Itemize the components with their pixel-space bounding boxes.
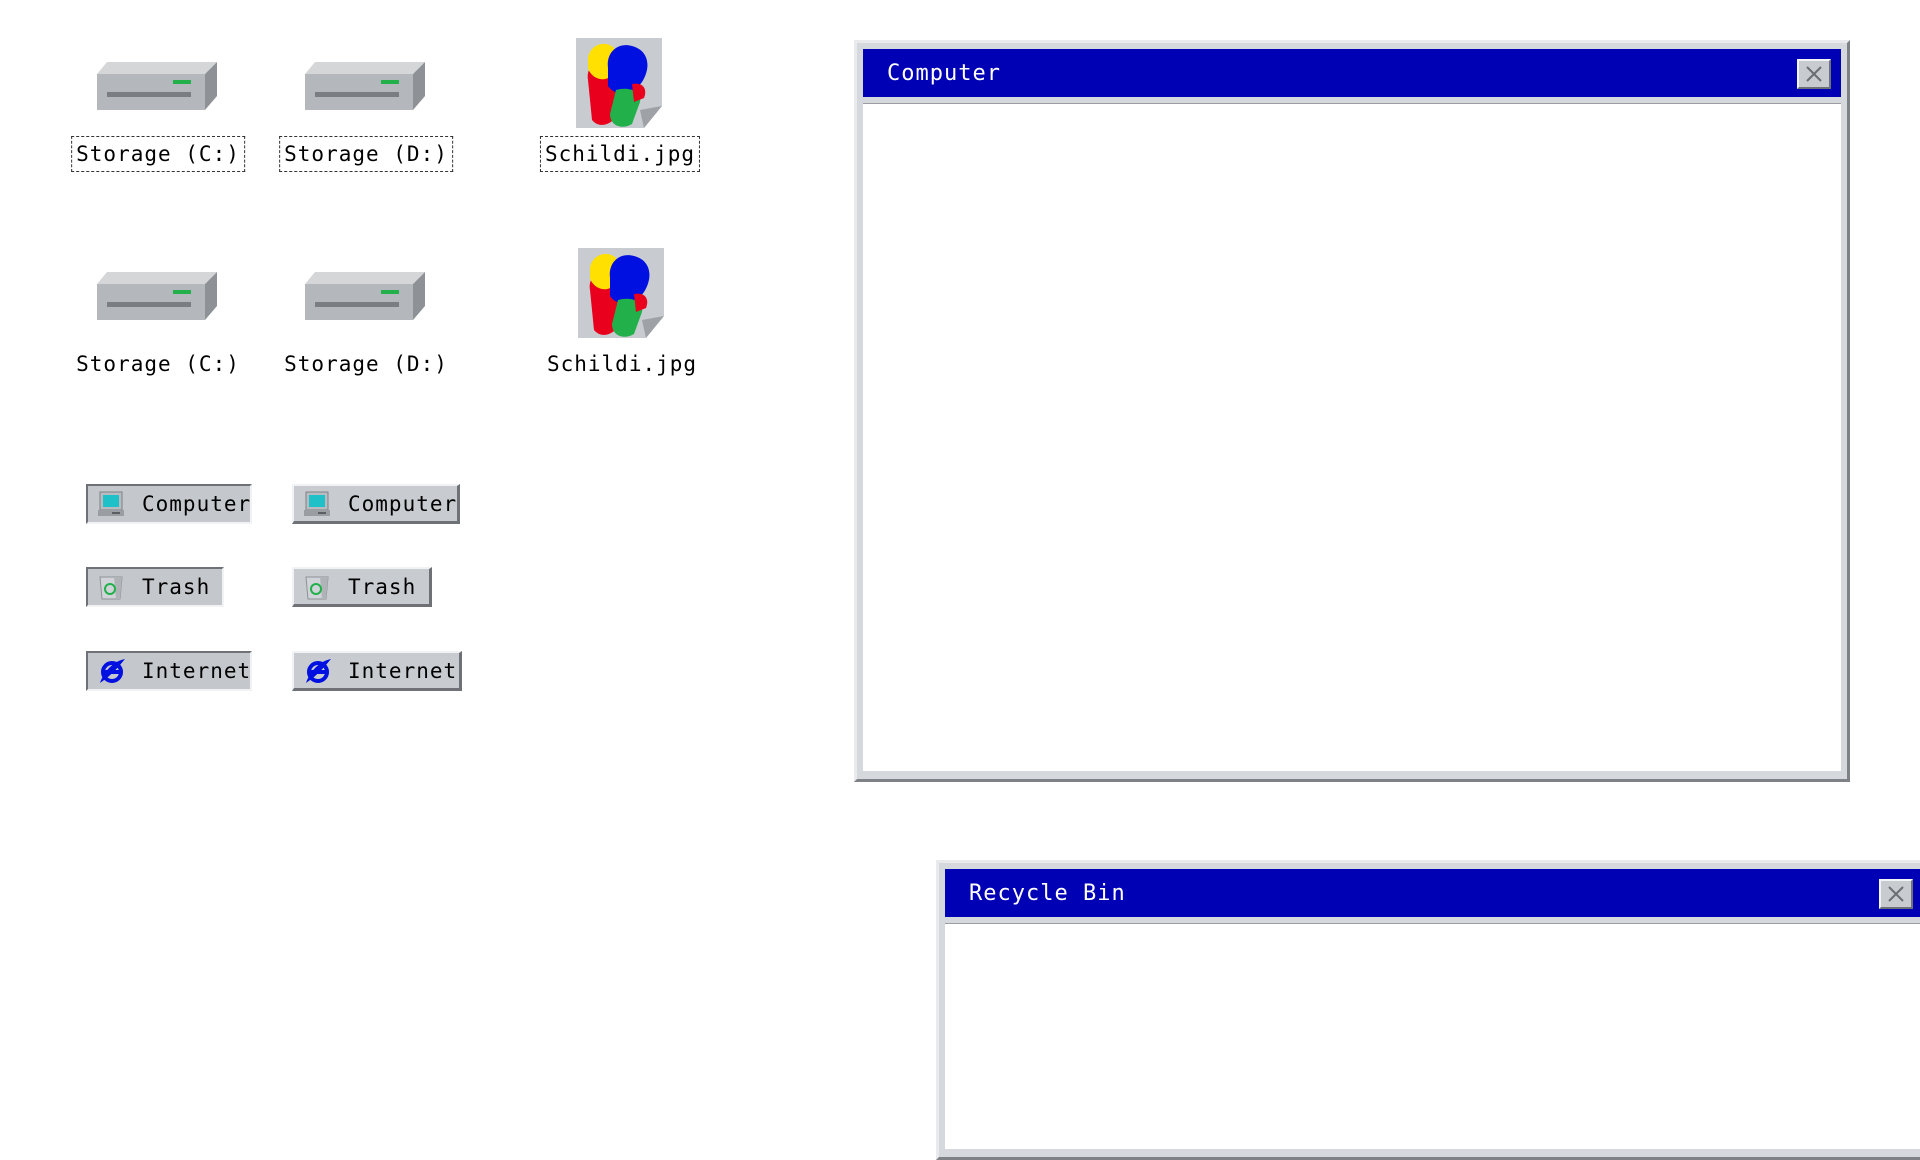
image-file-icon	[578, 248, 664, 338]
recycle-bin-icon	[305, 575, 329, 600]
icon-label: Storage (D:)	[284, 352, 448, 376]
computer-window-title-bar[interactable]: Computer	[863, 49, 1841, 97]
taskbar-button-label: Internet	[348, 658, 458, 683]
taskbar-button-label: Computer	[348, 491, 458, 516]
recycle-bin-icon	[99, 576, 123, 600]
desktop-icon-storage-d[interactable]: Storage (D:)	[276, 254, 456, 414]
drive-icon	[97, 272, 217, 320]
taskbar-button-label: Computer	[142, 492, 252, 516]
taskbar-button-label: Trash	[348, 574, 417, 599]
taskbar-button-internet[interactable]: Internet	[292, 651, 462, 691]
close-icon	[1806, 66, 1822, 82]
window-title: Recycle Bin	[969, 880, 1126, 906]
icon-label: Storage (C:)	[71, 136, 245, 172]
taskbar-button-computer[interactable]: Computer	[292, 484, 460, 524]
taskbar-button-trash-active[interactable]: Trash	[86, 567, 224, 607]
drive-icon	[97, 62, 217, 110]
desktop-icon-storage-c-selected[interactable]: Storage (C:)	[68, 44, 248, 204]
image-file-icon	[576, 38, 662, 128]
drive-icon	[305, 272, 425, 320]
computer-window[interactable]: Computer	[854, 40, 1850, 782]
icon-label: Storage (C:)	[76, 352, 240, 376]
taskbar-button-trash[interactable]: Trash	[292, 567, 432, 607]
close-button[interactable]	[1797, 59, 1831, 89]
computer-icon	[304, 491, 331, 516]
taskbar-button-internet-active[interactable]: Internet	[86, 651, 252, 691]
recycle-bin-window-content[interactable]	[945, 923, 1920, 1149]
close-button[interactable]	[1879, 879, 1913, 909]
recycle-bin-window-title-bar[interactable]: Recycle Bin	[945, 869, 1920, 917]
icon-label: Schildi.jpg	[539, 136, 701, 172]
window-title: Computer	[887, 60, 1001, 86]
recycle-bin-window[interactable]: Recycle Bin	[936, 860, 1920, 1160]
computer-icon	[98, 491, 125, 517]
taskbar-button-computer-active[interactable]: Computer	[86, 484, 252, 524]
icon-label: Storage (D:)	[279, 136, 453, 172]
close-icon	[1888, 886, 1904, 902]
icon-label: Schildi.jpg	[546, 352, 698, 376]
internet-icon	[304, 656, 332, 685]
desktop-icon-storage-c[interactable]: Storage (C:)	[68, 254, 248, 414]
desktop-icon-schildi-selected[interactable]: Schildi.jpg	[530, 38, 710, 198]
internet-icon	[98, 657, 126, 685]
drive-icon	[305, 62, 425, 110]
taskbar-button-label: Trash	[142, 575, 211, 599]
computer-window-content[interactable]	[863, 103, 1841, 771]
desktop-icon-schildi[interactable]: Schildi.jpg	[532, 248, 712, 408]
taskbar-button-label: Internet	[142, 659, 252, 683]
desktop-icon-storage-d-selected[interactable]: Storage (D:)	[276, 44, 456, 204]
